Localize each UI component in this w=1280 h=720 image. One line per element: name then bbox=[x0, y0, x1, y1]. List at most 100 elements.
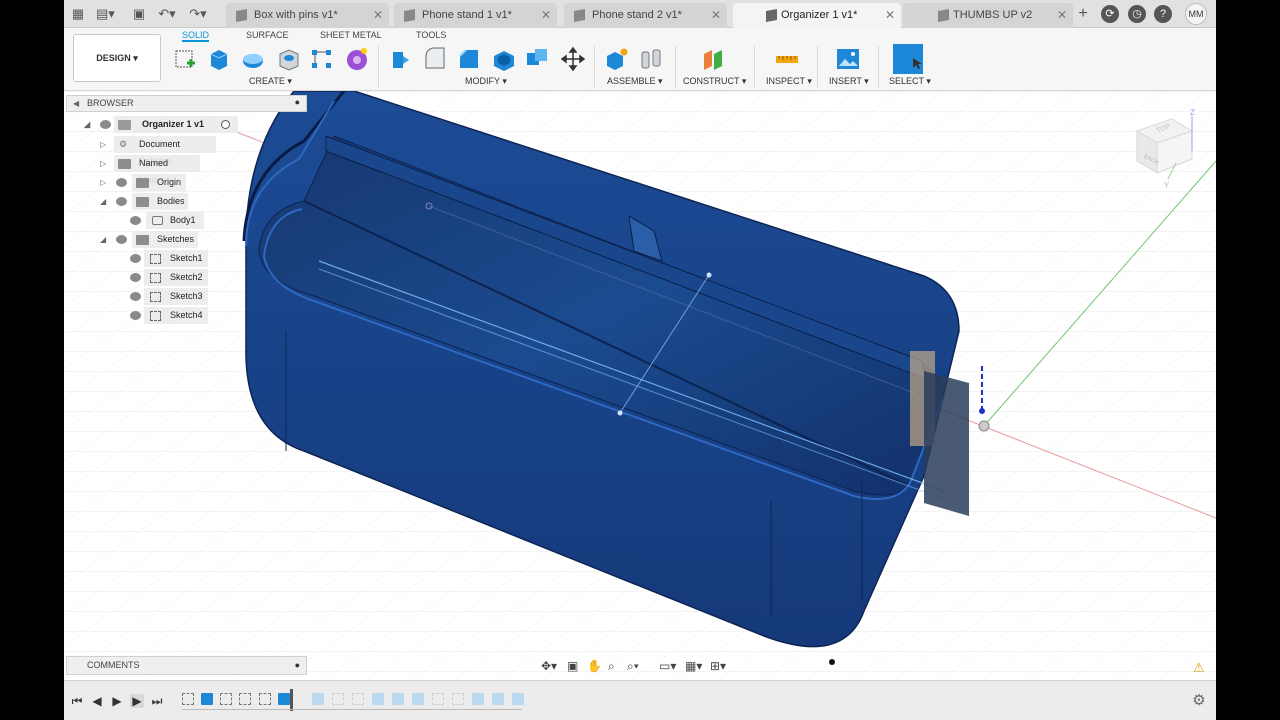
file-menu-icon[interactable]: ▤▾ bbox=[96, 5, 115, 23]
collapse-arrow-icon[interactable]: ◢ bbox=[84, 116, 92, 133]
go-to-end-icon[interactable]: ⏭ bbox=[150, 694, 164, 708]
joint-icon[interactable] bbox=[638, 46, 664, 72]
press-pull-icon[interactable] bbox=[387, 46, 413, 72]
eye-icon[interactable] bbox=[116, 235, 127, 244]
close-icon[interactable]: ✕ bbox=[373, 3, 383, 28]
eye-icon[interactable] bbox=[100, 120, 111, 129]
step-back-icon[interactable]: ◀ bbox=[90, 694, 104, 708]
timeline-extrude[interactable] bbox=[278, 693, 290, 705]
bodies-node[interactable]: ◢ Bodies bbox=[100, 193, 188, 210]
eye-icon[interactable] bbox=[130, 216, 141, 225]
job-status-icon[interactable]: ◷ bbox=[1128, 5, 1146, 23]
timeline-future-feature[interactable] bbox=[332, 693, 344, 705]
eye-icon[interactable] bbox=[130, 254, 141, 263]
root-component[interactable]: ◢ Organizer 1 v1 bbox=[84, 116, 238, 133]
sketch-point[interactable] bbox=[706, 272, 712, 278]
origin-node[interactable]: ▷ Origin bbox=[100, 174, 186, 191]
construct-menu[interactable]: CONSTRUCT ▾ bbox=[683, 76, 746, 87]
redo-icon[interactable]: ↷▾ bbox=[189, 5, 207, 23]
doc-tab-3[interactable]: Phone stand 2 v1* ✕ bbox=[564, 3, 727, 28]
warning-icon[interactable]: ⚠ bbox=[1193, 660, 1205, 676]
document-settings-node[interactable]: ▷ ⚙ Document Settings bbox=[100, 136, 216, 166]
tab-tools[interactable]: TOOLS bbox=[416, 28, 446, 42]
extensions-icon[interactable]: ⟳ bbox=[1101, 5, 1119, 23]
timeline-future-feature[interactable] bbox=[512, 693, 524, 705]
timeline-future-feature[interactable] bbox=[432, 693, 444, 705]
sketch1-node[interactable]: Sketch1 bbox=[130, 250, 208, 267]
collapse-arrow-icon[interactable]: ◢ bbox=[100, 231, 108, 248]
create-menu[interactable]: CREATE ▾ bbox=[249, 76, 292, 87]
eye-icon[interactable] bbox=[130, 273, 141, 282]
select-icon[interactable] bbox=[893, 44, 923, 74]
sketch-point[interactable] bbox=[617, 410, 623, 416]
grid-icon[interactable]: ▦▾ bbox=[685, 659, 702, 673]
timeline-future-feature[interactable] bbox=[352, 693, 364, 705]
sketches-node[interactable]: ◢ Sketches bbox=[100, 231, 198, 248]
workspace-switcher-button[interactable]: DESIGN ▾ bbox=[73, 34, 161, 82]
timeline-sketch[interactable] bbox=[182, 693, 194, 705]
save-icon[interactable]: ▣ bbox=[130, 5, 148, 23]
app-grid-icon[interactable]: ▦ bbox=[69, 5, 87, 23]
move-icon[interactable] bbox=[560, 46, 586, 72]
timeline-future-feature[interactable] bbox=[312, 693, 324, 705]
fit-icon[interactable]: ⌕▾ bbox=[627, 659, 639, 674]
chamfer-icon[interactable] bbox=[456, 46, 482, 72]
close-icon[interactable]: ✕ bbox=[885, 3, 895, 28]
new-tab-icon[interactable]: + bbox=[1074, 5, 1092, 23]
pattern-icon[interactable] bbox=[309, 46, 335, 72]
assemble-menu[interactable]: ASSEMBLE ▾ bbox=[607, 76, 663, 87]
timeline-future-feature[interactable] bbox=[412, 693, 424, 705]
help-icon[interactable]: ? bbox=[1154, 5, 1172, 23]
tab-solid[interactable]: SOLID bbox=[182, 28, 210, 42]
viewports-icon[interactable]: ⊞▾ bbox=[710, 659, 726, 673]
undo-icon[interactable]: ↶▾ bbox=[158, 5, 176, 23]
eye-icon[interactable] bbox=[130, 292, 141, 301]
display-settings-icon[interactable]: ▭▾ bbox=[659, 659, 676, 673]
extrude-icon[interactable] bbox=[206, 46, 232, 72]
expand-arrow-icon[interactable]: ▷ bbox=[100, 155, 108, 172]
timeline-sketch[interactable] bbox=[259, 693, 271, 705]
create-form-icon[interactable] bbox=[344, 46, 370, 72]
revolve-icon[interactable] bbox=[240, 46, 266, 72]
close-icon[interactable]: ✕ bbox=[1057, 3, 1067, 28]
timeline-future-feature[interactable] bbox=[492, 693, 504, 705]
pan-icon[interactable]: ✋ bbox=[587, 659, 602, 673]
fillet-icon[interactable] bbox=[422, 46, 448, 72]
timeline-extrude[interactable] bbox=[201, 693, 213, 705]
create-sketch-icon[interactable] bbox=[173, 46, 199, 72]
pin-icon[interactable]: ● bbox=[295, 657, 300, 674]
timeline-future-feature[interactable] bbox=[372, 693, 384, 705]
timeline-sketch[interactable] bbox=[220, 693, 232, 705]
offset-plane-icon[interactable] bbox=[700, 46, 726, 72]
eye-icon[interactable] bbox=[116, 197, 127, 206]
inspect-menu[interactable]: INSPECT ▾ bbox=[766, 76, 812, 87]
doc-tab-5[interactable]: THUMBS UP v2 ✕ bbox=[903, 3, 1073, 28]
pin-icon[interactable]: ● bbox=[295, 95, 300, 110]
collapse-arrow-icon[interactable]: ◢ bbox=[100, 193, 108, 210]
sketch3-node[interactable]: Sketch3 bbox=[130, 288, 208, 305]
doc-tab-active[interactable]: Organizer 1 v1* ✕ bbox=[733, 3, 901, 28]
timeline-marker[interactable] bbox=[290, 689, 293, 711]
look-at-icon[interactable]: ▣ bbox=[567, 659, 578, 673]
doc-tab-2[interactable]: Phone stand 1 v1* ✕ bbox=[394, 3, 557, 28]
timeline-future-feature[interactable] bbox=[452, 693, 464, 705]
avatar[interactable]: MM bbox=[1185, 3, 1207, 25]
play-icon[interactable]: ▶ bbox=[110, 694, 124, 708]
insert-menu[interactable]: INSERT ▾ bbox=[829, 76, 869, 87]
eye-icon[interactable] bbox=[116, 178, 127, 187]
close-icon[interactable]: ✕ bbox=[541, 3, 551, 28]
tab-surface[interactable]: SURFACE bbox=[246, 28, 289, 42]
orbit-icon[interactable]: ✥▾ bbox=[541, 659, 557, 673]
timeline-settings-gear-icon[interactable]: ⚙ bbox=[1192, 693, 1206, 708]
insert-image-icon[interactable] bbox=[835, 46, 861, 72]
doc-tab-1[interactable]: Box with pins v1* ✕ bbox=[226, 3, 389, 28]
shell-icon[interactable] bbox=[491, 46, 517, 72]
collapse-icon[interactable]: ◀ bbox=[73, 96, 79, 111]
tab-sheet-metal[interactable]: SHEET METAL bbox=[320, 28, 382, 42]
body1-node[interactable]: Body1 bbox=[130, 212, 204, 229]
new-component-icon[interactable] bbox=[604, 46, 630, 72]
sketch2-node[interactable]: Sketch2 bbox=[130, 269, 208, 286]
hole-icon[interactable] bbox=[276, 46, 302, 72]
activate-icon[interactable] bbox=[221, 120, 230, 129]
timeline-future-feature[interactable] bbox=[392, 693, 404, 705]
